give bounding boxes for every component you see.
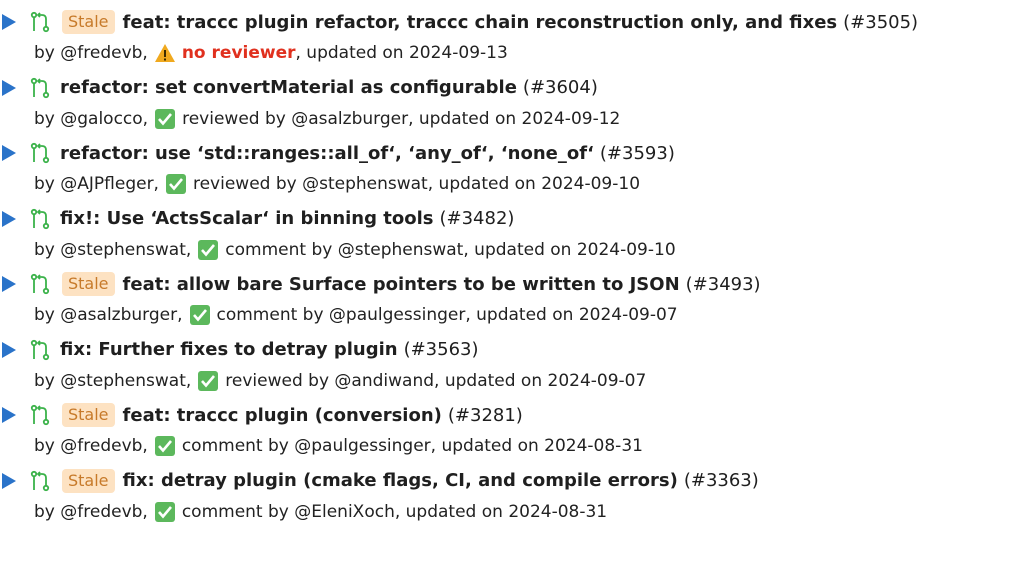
pr-author[interactable]: by @asalzburger, [34,305,183,325]
updated-date: , updated on 2024-09-13 [295,43,508,63]
pr-title[interactable]: fix: detray plugin (cmake flags, CI, and… [123,470,678,491]
pr-title[interactable]: refactor: set convertMaterial as configu… [60,77,517,98]
pr-author[interactable]: by @fredevb, [34,502,148,522]
review-status: no reviewer [181,43,296,63]
pr-item: refactor: set convertMaterial as configu… [0,72,1016,138]
pr-item: Stale fix: detray plugin (cmake flags, C… [0,465,1016,531]
pr-item: Stale feat: traccc plugin (conversion) (… [0,399,1016,465]
pr-number[interactable]: (#3493) [686,274,761,295]
pr-title[interactable]: feat: traccc plugin refactor, traccc cha… [123,12,838,33]
pr-author[interactable]: by @stephenswat, [34,240,191,260]
check-icon [154,435,176,457]
pr-title[interactable]: feat: allow bare Surface pointers to be … [123,274,680,295]
review-status: comment by @paulgessinger [216,305,466,325]
pull-request-icon [28,338,52,362]
updated-date: , updated on 2024-09-07 [434,370,647,391]
review-status: reviewed by @andiwand [225,370,435,391]
expand-arrow-icon[interactable] [2,79,16,96]
expand-arrow-icon[interactable] [2,210,16,227]
pr-author[interactable]: by @AJPfleger, [34,174,159,194]
pr-number[interactable]: (#3363) [684,470,759,491]
pr-title[interactable]: refactor: use ‘std::ranges::all_of‘, ‘an… [60,143,594,164]
review-status: comment by @EleniXoch [181,501,395,522]
check-icon [154,108,176,130]
expand-arrow-icon[interactable] [2,145,16,161]
pr-title[interactable]: fix!: Use ‘ActsScalar‘ in binning tools [60,208,434,229]
pr-author[interactable]: by @fredevb, [34,436,148,456]
pr-item: fix: Further fixes to detray plugin (#35… [0,334,1016,400]
pr-author[interactable]: by @fredevb, [34,43,148,63]
expand-arrow-icon[interactable] [2,276,16,292]
updated-date: , updated on 2024-09-10 [427,174,641,194]
pr-number[interactable]: (#3482) [440,208,515,229]
updated-date: , updated on 2024-09-12 [408,108,621,129]
updated-date: , updated on 2024-08-31 [394,501,608,522]
check-icon [154,501,176,523]
review-status: reviewed by @asalzburger [182,108,409,129]
pr-number[interactable]: (#3505) [843,12,918,33]
stale-badge: Stale [62,10,115,34]
expand-arrow-icon[interactable] [2,14,16,30]
pull-request-icon [28,207,52,231]
expand-arrow-icon[interactable] [2,341,16,358]
updated-date: , updated on 2024-09-07 [465,305,678,325]
pull-request-icon [28,76,52,100]
stale-badge: Stale [62,468,115,493]
check-icon [189,304,211,326]
expand-arrow-icon[interactable] [2,407,16,423]
pr-item: Stale feat: traccc plugin refactor, trac… [0,6,1016,72]
pr-author[interactable]: by @stephenswat, [34,371,191,391]
pull-request-icon [28,469,52,493]
check-icon [197,370,219,392]
pull-request-icon [28,10,52,34]
pr-number[interactable]: (#3281) [448,405,523,426]
stale-badge: Stale [62,272,115,296]
pr-number[interactable]: (#3563) [404,339,479,360]
updated-date: , updated on 2024-09-10 [463,239,676,260]
pr-title[interactable]: fix: Further fixes to detray plugin [60,339,398,360]
pull-request-icon [28,141,52,165]
pr-number[interactable]: (#3604) [523,77,598,98]
updated-date: , updated on 2024-08-31 [430,436,643,456]
review-status: reviewed by @stephenswat [192,174,428,194]
warning-icon [154,42,176,64]
pr-author[interactable]: by @galocco, [34,109,148,129]
check-icon [197,239,219,261]
stale-badge: Stale [62,403,115,427]
review-status: comment by @paulgessinger [181,436,431,456]
pr-item: refactor: use ‘std::ranges::all_of‘, ‘an… [0,137,1016,203]
pr-list: Stale feat: traccc plugin refactor, trac… [0,0,1016,530]
pr-title[interactable]: feat: traccc plugin (conversion) [123,405,442,426]
pr-number[interactable]: (#3593) [600,143,675,164]
review-status: comment by @stephenswat [225,239,464,260]
pull-request-icon [28,272,52,296]
pull-request-icon [28,403,52,427]
expand-arrow-icon[interactable] [2,472,16,489]
pr-item: fix!: Use ‘ActsScalar‘ in binning tools … [0,203,1016,269]
check-icon [165,173,187,195]
pr-item: Stale feat: allow bare Surface pointers … [0,268,1016,334]
